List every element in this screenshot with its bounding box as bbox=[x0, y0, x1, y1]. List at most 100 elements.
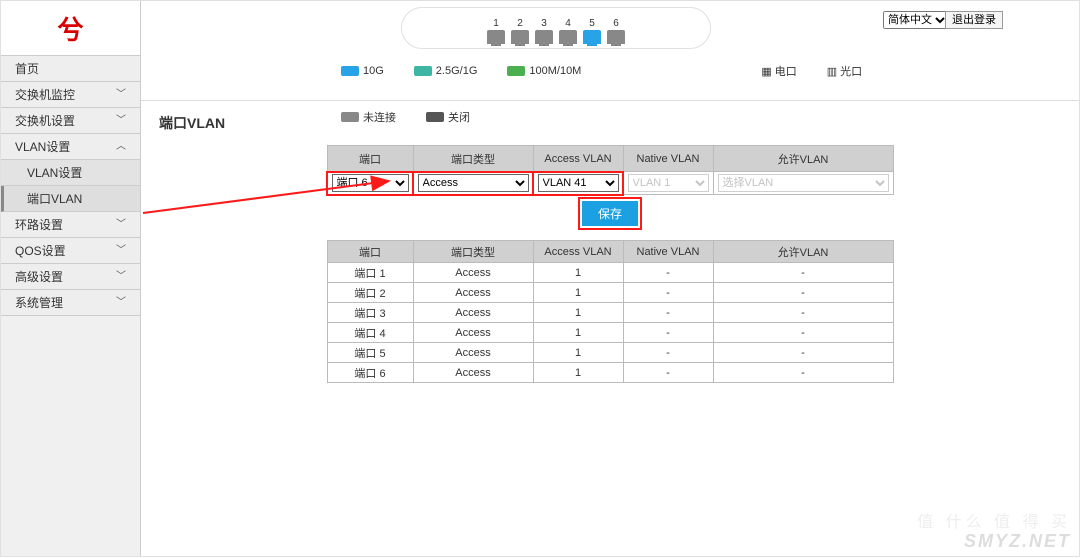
cell-allow: - bbox=[713, 323, 893, 343]
chevron-down-icon: ﹀ bbox=[116, 264, 126, 290]
dth-allow: 允许VLAN bbox=[713, 241, 893, 263]
cell-type: Access bbox=[413, 283, 533, 303]
legend-noconnection: 未连接 bbox=[341, 109, 396, 125]
chevron-down-icon: ﹀ bbox=[116, 82, 126, 108]
nav-advanced-settings[interactable]: 高级设置 ﹀ bbox=[1, 264, 140, 290]
port-1[interactable]: 1 bbox=[487, 18, 505, 44]
nav-label: VLAN设置 bbox=[15, 134, 70, 160]
cell-native: - bbox=[623, 263, 713, 283]
cell-native: - bbox=[623, 283, 713, 303]
th-type: 端口类型 bbox=[413, 146, 533, 172]
legend-electrical: ▦电口 bbox=[761, 63, 796, 79]
table-row: 端口 4Access1-- bbox=[327, 323, 893, 343]
chevron-down-icon: ﹀ bbox=[116, 238, 126, 264]
table-row: 端口 6Access1-- bbox=[327, 363, 893, 383]
cell-allow: - bbox=[713, 283, 893, 303]
cell-access: 1 bbox=[533, 263, 623, 283]
legend: 10G 2.5G/1G 100M/10M ▦电口 ▥光口 未连接 关闭 bbox=[341, 63, 1021, 125]
cell-access: 1 bbox=[533, 363, 623, 383]
table-row: 端口 5Access1-- bbox=[327, 343, 893, 363]
nav-system-management[interactable]: 系统管理﹀ bbox=[1, 290, 140, 316]
chevron-down-icon: ﹀ bbox=[116, 108, 126, 134]
dth-type: 端口类型 bbox=[413, 241, 533, 263]
port-panel: 1 2 3 4 5 6 bbox=[401, 7, 711, 49]
cell-allow: - bbox=[713, 303, 893, 323]
port-icon bbox=[535, 30, 553, 44]
port-icon bbox=[607, 30, 625, 44]
nav-label: VLAN设置 bbox=[27, 160, 82, 186]
port-6[interactable]: 6 bbox=[607, 18, 625, 44]
dth-port: 端口 bbox=[327, 241, 413, 263]
cell-allow: - bbox=[713, 343, 893, 363]
cell-port: 端口 2 bbox=[327, 283, 413, 303]
type-select[interactable]: Access bbox=[418, 174, 529, 192]
nav-label: 系统管理 bbox=[15, 290, 63, 316]
cell-allow: - bbox=[713, 363, 893, 383]
cell-type: Access bbox=[413, 363, 533, 383]
nav-qos-settings[interactable]: QOS设置 ﹀ bbox=[1, 238, 140, 264]
legend-off: 关闭 bbox=[426, 109, 470, 125]
port-number: 2 bbox=[517, 18, 523, 29]
cell-type: Access bbox=[413, 263, 533, 283]
cell-access: 1 bbox=[533, 283, 623, 303]
nav-label: QOS设置 bbox=[15, 238, 66, 264]
save-button[interactable]: 保存 bbox=[582, 201, 638, 226]
legend-10g: 10G bbox=[341, 63, 384, 79]
port-select[interactable]: 端口 6 bbox=[332, 174, 409, 192]
nav-switch-monitor[interactable]: 交换机监控 ﹀ bbox=[1, 82, 140, 108]
main-content: 1 2 3 4 5 6 简体中文 退出登录 10G 2.5G/1G 100M/10M ▦电… bbox=[141, 1, 1079, 556]
cell-type: Access bbox=[413, 323, 533, 343]
table-row: 端口 1Access1-- bbox=[327, 263, 893, 283]
cell-port: 端口 5 bbox=[327, 343, 413, 363]
port-number: 5 bbox=[589, 18, 595, 29]
cell-port: 端口 4 bbox=[327, 323, 413, 343]
port-number: 3 bbox=[541, 18, 547, 29]
port-5[interactable]: 5 bbox=[583, 18, 601, 44]
cell-native: - bbox=[623, 363, 713, 383]
cell-access: 1 bbox=[533, 343, 623, 363]
cell-type: Access bbox=[413, 343, 533, 363]
port-3[interactable]: 3 bbox=[535, 18, 553, 44]
legend-25g: 2.5G/1G bbox=[414, 63, 478, 79]
port-4[interactable]: 4 bbox=[559, 18, 577, 44]
watermark-en: SMYZ.NET bbox=[964, 531, 1071, 552]
language-select-wrapper: 简体中文 bbox=[883, 11, 949, 29]
dth-access: Access VLAN bbox=[533, 241, 623, 263]
table-row: 端口 2Access1-- bbox=[327, 283, 893, 303]
nav-switch-settings[interactable]: 交换机设置﹀ bbox=[1, 108, 140, 134]
nav-vlan-settings[interactable]: VLAN设置︿ bbox=[1, 134, 140, 160]
nav-home[interactable]: 首页 bbox=[1, 56, 140, 82]
logout-button[interactable]: 退出登录 bbox=[945, 11, 1003, 29]
logo: 兮 bbox=[1, 1, 140, 56]
cell-allow: - bbox=[713, 263, 893, 283]
cell-native: - bbox=[623, 323, 713, 343]
port-number: 6 bbox=[613, 18, 619, 29]
port-number: 4 bbox=[565, 18, 571, 29]
sidebar: 兮 首页 交换机监控 ﹀ 交换机设置﹀ VLAN设置︿ VLAN设置 端口VLAN… bbox=[1, 1, 141, 556]
allow-vlan-select: 选择VLAN bbox=[718, 174, 889, 192]
watermark-cn: 值 什么 值 得 买 bbox=[917, 508, 1071, 532]
config-table: 端口 端口类型 Access VLAN Native VLAN 允许VLAN 端… bbox=[327, 145, 894, 232]
port-2[interactable]: 2 bbox=[511, 18, 529, 44]
nav-label: 高级设置 bbox=[15, 264, 63, 290]
cell-type: Access bbox=[413, 303, 533, 323]
cell-access: 1 bbox=[533, 303, 623, 323]
cell-access: 1 bbox=[533, 323, 623, 343]
table-row: 端口 3Access1-- bbox=[327, 303, 893, 323]
nav-label: 首页 bbox=[15, 56, 39, 82]
language-select[interactable]: 简体中文 bbox=[883, 11, 949, 29]
native-vlan-select: VLAN 1 bbox=[628, 174, 709, 192]
nav-loop-settings[interactable]: 环路设置 ﹀ bbox=[1, 212, 140, 238]
access-vlan-select[interactable]: VLAN 41 bbox=[538, 174, 619, 192]
nav-label: 端口VLAN bbox=[27, 186, 82, 212]
cell-native: - bbox=[623, 343, 713, 363]
th-port: 端口 bbox=[327, 146, 413, 172]
nav-sub-vlan-settings[interactable]: VLAN设置 bbox=[1, 160, 140, 186]
port-number: 1 bbox=[493, 18, 499, 29]
chevron-down-icon: ﹀ bbox=[116, 212, 126, 238]
cell-native: - bbox=[623, 303, 713, 323]
nav-label: 环路设置 bbox=[15, 212, 63, 238]
nav-label: 交换机监控 bbox=[15, 82, 75, 108]
nav-sub-port-vlan[interactable]: 端口VLAN bbox=[1, 186, 140, 212]
cell-port: 端口 1 bbox=[327, 263, 413, 283]
